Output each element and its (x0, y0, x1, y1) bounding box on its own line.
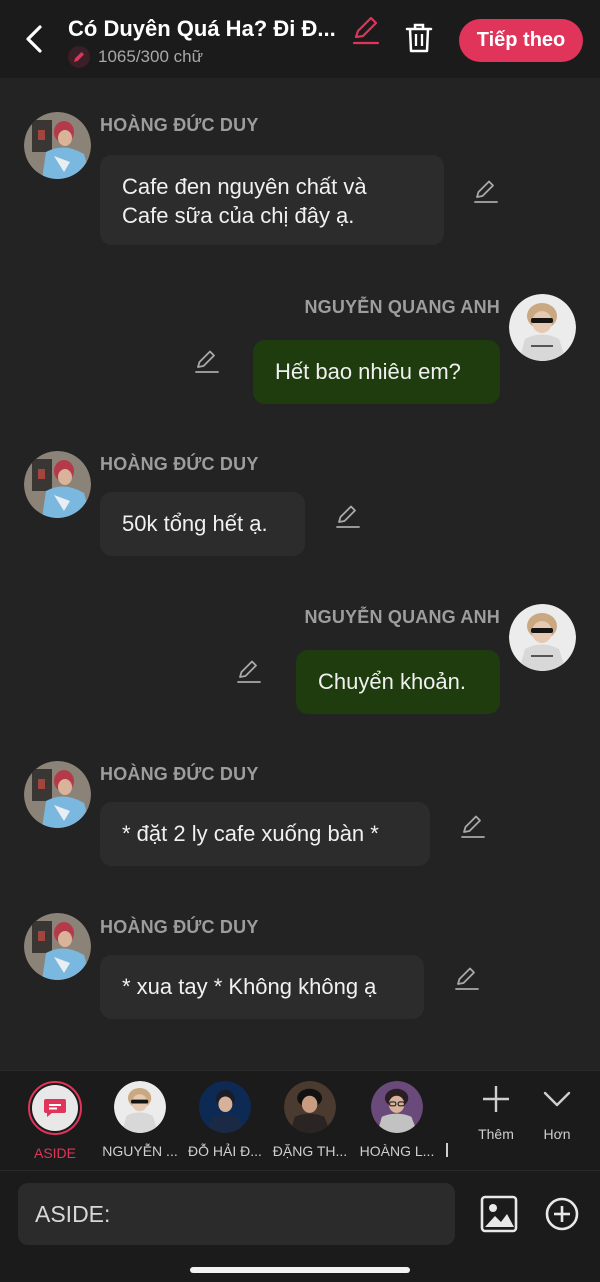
edit-icon[interactable] (236, 659, 262, 685)
expand-characters-label: Hơn (543, 1126, 571, 1142)
home-indicator (190, 1267, 410, 1273)
speaker-name: HOÀNG ĐỨC DUY (100, 917, 259, 937)
back-icon[interactable] (20, 22, 48, 56)
overflow-indicator (446, 1143, 448, 1157)
message-bubble[interactable]: 50k tổng hết ạ. (100, 492, 305, 556)
message-bubble[interactable]: Chuyển khoản. (296, 650, 500, 714)
message-bubble[interactable]: * xua tay * Không không ạ (100, 955, 424, 1019)
add-character-label: Thêm (478, 1126, 514, 1142)
trash-icon[interactable] (404, 22, 434, 54)
edit-icon[interactable] (454, 966, 480, 992)
edit-icon[interactable] (473, 179, 499, 205)
message-line: * xua tay * Không không ạ (122, 974, 377, 999)
speaker-name: NGUYỄN QUANG ANH (304, 607, 500, 627)
avatar-nguyen-quang-anh (509, 294, 576, 361)
message-input[interactable] (18, 1183, 455, 1245)
aside-icon (44, 1099, 66, 1117)
edit-title-icon[interactable] (351, 16, 381, 46)
character-label: ĐỖ HẢI Đ... (188, 1143, 262, 1159)
pencil-icon (68, 46, 90, 68)
plus-circle-icon[interactable] (545, 1197, 579, 1231)
character-avatar (284, 1081, 336, 1133)
message-line: Chuyển khoản. (318, 669, 466, 694)
plus-icon (483, 1086, 509, 1112)
edit-icon[interactable] (460, 814, 486, 840)
message-bubble[interactable]: * đặt 2 ly cafe xuống bàn * (100, 802, 430, 866)
speaker-name: HOÀNG ĐỨC DUY (100, 115, 259, 135)
character-dang-th[interactable]: ĐẶNG TH... (270, 1081, 350, 1159)
char-count-text: 1065/300 chữ (98, 47, 203, 66)
character-aside[interactable]: ASIDE (15, 1081, 95, 1161)
character-label: ASIDE (33, 1145, 76, 1161)
aside-avatar (28, 1081, 82, 1135)
speaker-name: HOÀNG ĐỨC DUY (100, 764, 259, 784)
character-avatar (199, 1081, 251, 1133)
avatar-hoang-duc-duy (24, 913, 91, 980)
character-strip: ASIDE NGUYỄN ... ĐỖ HẢI Đ... ĐẶNG TH... (0, 1070, 600, 1170)
avatar-hoang-duc-duy (24, 112, 91, 179)
message-line: Cafe sữa của chị đây ạ. (122, 203, 355, 228)
character-nguyen-quang-anh[interactable]: NGUYỄN ... (100, 1081, 180, 1159)
header-bar: Có Duyên Quá Ha? Đi Đ... 1065/300 chữ Ti… (0, 0, 600, 78)
edit-icon[interactable] (335, 504, 361, 530)
character-do-hai-dang[interactable]: ĐỖ HẢI Đ... (185, 1081, 265, 1159)
message-bubble[interactable]: Hết bao nhiêu em? (253, 340, 500, 404)
expand-characters-button[interactable]: Hơn (527, 1081, 587, 1142)
avatar-hoang-duc-duy (24, 451, 91, 518)
message-line: Cafe đen nguyên chất và (122, 174, 367, 199)
avatar-nguyen-quang-anh (509, 604, 576, 671)
composer-bar (0, 1170, 600, 1282)
story-title: Có Duyên Quá Ha? Đi Đ... (68, 16, 336, 41)
speaker-name: NGUYỄN QUANG ANH (304, 297, 500, 317)
character-label: ĐẶNG TH... (272, 1143, 348, 1159)
add-character-button[interactable]: Thêm (466, 1081, 526, 1142)
chevron-down-icon (543, 1091, 571, 1107)
character-label: NGUYỄN ... (102, 1143, 178, 1159)
character-avatar (371, 1081, 423, 1133)
image-icon[interactable] (480, 1195, 518, 1233)
speaker-name: HOÀNG ĐỨC DUY (100, 454, 259, 474)
next-button[interactable]: Tiếp theo (459, 19, 583, 62)
message-line: 50k tổng hết ạ. (122, 511, 268, 536)
edit-icon[interactable] (194, 349, 220, 375)
character-hoang-l[interactable]: HOÀNG L... (357, 1081, 437, 1159)
message-bubble[interactable]: Cafe đen nguyên chất và Cafe sữa của chị… (100, 155, 444, 245)
message-line: Hết bao nhiêu em? (275, 359, 461, 384)
character-label: HOÀNG L... (359, 1143, 435, 1159)
avatar-hoang-duc-duy (24, 761, 91, 828)
char-counter: 1065/300 chữ (68, 46, 203, 68)
message-line: * đặt 2 ly cafe xuống bàn * (122, 821, 379, 846)
character-avatar (114, 1081, 166, 1133)
